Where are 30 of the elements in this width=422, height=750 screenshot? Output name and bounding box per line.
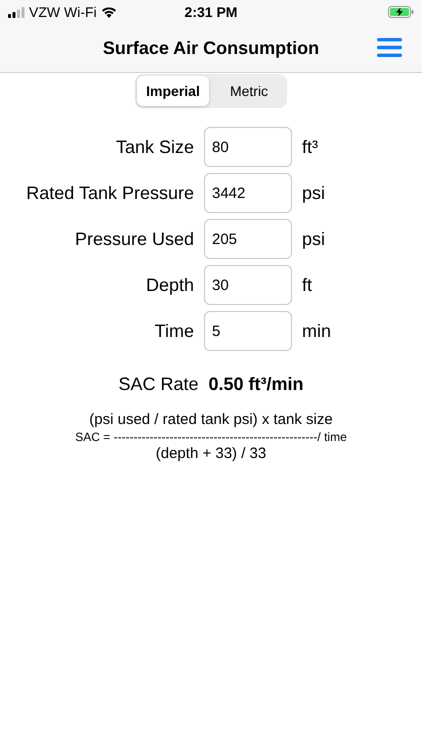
signal-icon	[8, 6, 25, 18]
input-field[interactable]: 30	[204, 265, 292, 305]
input-field[interactable]: 5	[204, 311, 292, 351]
page-title: Surface Air Consumption	[102, 38, 320, 58]
field-label: Tank Size	[114, 136, 194, 158]
result-label: SAC Rate	[118, 374, 198, 395]
field-label: Time	[154, 320, 194, 342]
field-label: Rated Tank Pressure	[25, 182, 194, 204]
menu-icon	[377, 38, 402, 57]
field-label: Depth	[144, 274, 194, 296]
menu-button[interactable]	[377, 38, 402, 57]
wifi-icon	[100, 6, 117, 18]
result-value: 0.50 ft³/min	[208, 374, 304, 395]
input-field[interactable]: 3442	[204, 173, 292, 213]
formula-denominator: (depth + 33) / 33	[156, 445, 266, 463]
unit-label: ft³	[302, 136, 318, 158]
input-field[interactable]: 80	[204, 127, 292, 167]
unit-label: ft	[302, 274, 312, 296]
unit-tab[interactable]: Metric	[213, 76, 285, 106]
unit-label: psi	[302, 182, 326, 204]
unit-label: psi	[302, 228, 326, 250]
status-time: 2:31 PM	[184, 4, 238, 20]
formula-line: SAC = ---------------------------------------------------/ time	[75, 429, 347, 445]
carrier-name: VZW Wi-Fi	[29, 4, 97, 20]
battery-charging-icon	[388, 6, 414, 18]
unit-label: min	[302, 320, 332, 342]
unit-tab[interactable]: Imperial	[137, 76, 209, 106]
input-field[interactable]: 205	[204, 219, 292, 259]
formula-numerator: (psi used / rated tank psi) x tank size	[89, 411, 333, 429]
field-label: Pressure Used	[74, 228, 194, 250]
